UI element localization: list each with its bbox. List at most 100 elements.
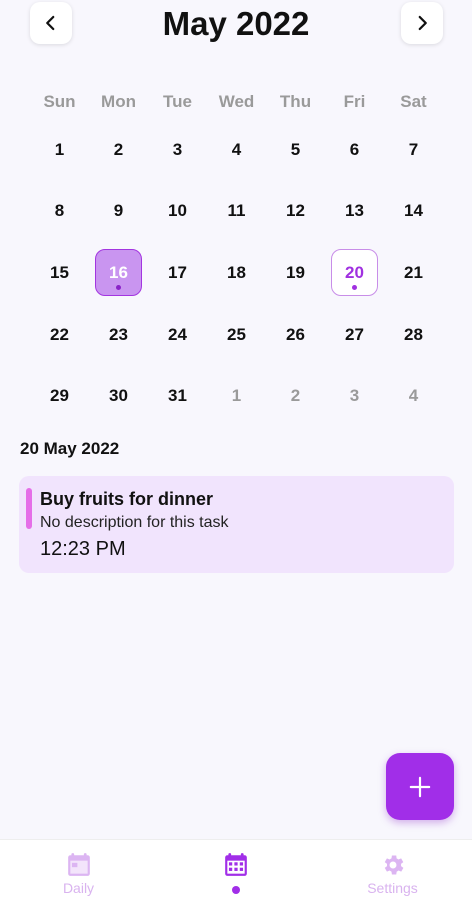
task-title: Buy fruits for dinner xyxy=(40,489,214,509)
calendar-day[interactable]: 1 xyxy=(207,365,266,427)
calendar-day[interactable]: 15 xyxy=(30,242,89,304)
calendar-day[interactable]: 20 xyxy=(325,242,384,304)
calendar-day[interactable]: 25 xyxy=(207,304,266,366)
calendar-day[interactable]: 4 xyxy=(384,365,443,427)
day-cell[interactable]: 3 xyxy=(331,373,378,420)
calendar-day[interactable]: 26 xyxy=(266,304,325,366)
calendar-day[interactable]: 2 xyxy=(266,365,325,427)
calendar-day[interactable]: 28 xyxy=(384,304,443,366)
day-cell[interactable]: 17 xyxy=(154,249,201,296)
calendar-day[interactable]: 7 xyxy=(384,119,443,181)
task-description: No description for this task xyxy=(40,514,229,531)
day-number: 14 xyxy=(404,201,423,221)
day-cell[interactable]: 25 xyxy=(213,311,260,358)
weekday-label: Sun xyxy=(43,92,76,111)
day-cell[interactable]: 14 xyxy=(390,188,437,235)
day-cell[interactable]: 6 xyxy=(331,126,378,173)
day-number: 1 xyxy=(54,139,65,159)
calendar-day[interactable]: 9 xyxy=(89,181,148,243)
active-indicator-dot xyxy=(231,886,240,894)
calendar-day[interactable]: 29 xyxy=(30,365,89,427)
day-number: 2 xyxy=(290,386,301,406)
weekday-label: Thu xyxy=(279,92,312,111)
day-number: 17 xyxy=(168,262,187,282)
day-cell[interactable]: 21 xyxy=(390,249,437,296)
calendar-day[interactable]: 23 xyxy=(89,304,148,366)
nav-calendar[interactable] xyxy=(157,840,314,905)
day-cell[interactable]: 1 xyxy=(213,373,260,420)
calendar-day[interactable]: 16 xyxy=(89,242,148,304)
day-cell[interactable]: 1 xyxy=(36,126,83,173)
day-cell[interactable]: 18 xyxy=(213,249,260,296)
gear-icon xyxy=(384,855,403,875)
day-cell[interactable]: 12 xyxy=(272,188,319,235)
day-cell[interactable]: 4 xyxy=(213,126,260,173)
nav-settings[interactable]: Settings xyxy=(314,840,471,905)
day-number: 29 xyxy=(50,386,69,406)
day-cell[interactable]: 20 xyxy=(331,249,378,297)
calendar-day[interactable]: 31 xyxy=(148,365,207,427)
day-cell[interactable]: 3 xyxy=(154,126,201,173)
day-number: 19 xyxy=(286,262,305,282)
add-task-button[interactable] xyxy=(386,753,454,820)
day-cell[interactable]: 11 xyxy=(213,188,260,235)
task-card[interactable]: Buy fruits for dinner No description for… xyxy=(19,476,454,573)
day-number: 13 xyxy=(345,201,364,221)
next-month-button[interactable] xyxy=(401,2,443,44)
calendar-day[interactable]: 30 xyxy=(89,365,148,427)
calendar-day[interactable]: 18 xyxy=(207,242,266,304)
day-number: 15 xyxy=(50,262,69,282)
day-number: 20 xyxy=(345,262,364,282)
calendar-day[interactable]: 4 xyxy=(207,119,266,181)
nav-daily[interactable]: Daily xyxy=(0,840,157,905)
calendar-header: May 2022 xyxy=(0,0,472,52)
day-cell[interactable]: 2 xyxy=(272,373,319,420)
calendar-day[interactable]: 22 xyxy=(30,304,89,366)
day-cell[interactable]: 28 xyxy=(390,311,437,358)
day-cell[interactable]: 16 xyxy=(95,249,142,297)
day-cell[interactable]: 29 xyxy=(36,373,83,420)
nav-label-daily: Daily xyxy=(62,880,95,896)
day-cell[interactable]: 30 xyxy=(95,373,142,420)
calendar-day[interactable]: 2 xyxy=(89,119,148,181)
day-cell[interactable]: 26 xyxy=(272,311,319,358)
calendar-day[interactable]: 14 xyxy=(384,181,443,243)
day-cell[interactable]: 19 xyxy=(272,249,319,296)
day-cell[interactable]: 2 xyxy=(95,126,142,173)
day-cell[interactable]: 8 xyxy=(36,188,83,235)
calendar-day[interactable]: 6 xyxy=(325,119,384,181)
day-cell[interactable]: 23 xyxy=(95,311,142,358)
day-cell[interactable]: 9 xyxy=(95,188,142,235)
day-number: 12 xyxy=(286,201,305,221)
day-number: 25 xyxy=(227,324,246,344)
calendar-day[interactable]: 24 xyxy=(148,304,207,366)
calendar-day[interactable]: 13 xyxy=(325,181,384,243)
day-cell[interactable]: 31 xyxy=(154,373,201,420)
calendar-day[interactable]: 10 xyxy=(148,181,207,243)
day-cell[interactable]: 4 xyxy=(390,373,437,420)
day-grid: 1 2 3 4 5 6 7 8 9 10 11 12 13 14 15 16 17 18 19 20 21 22 23 24 2… xyxy=(30,119,443,427)
day-number: 6 xyxy=(349,139,360,159)
day-cell[interactable]: 15 xyxy=(36,249,83,296)
calendar-day[interactable]: 3 xyxy=(325,365,384,427)
calendar-day[interactable]: 17 xyxy=(148,242,207,304)
day-cell[interactable]: 5 xyxy=(272,126,319,173)
day-cell[interactable]: 7 xyxy=(390,126,437,173)
day-cell[interactable]: 24 xyxy=(154,311,201,358)
calendar-day[interactable]: 5 xyxy=(266,119,325,181)
day-cell[interactable]: 13 xyxy=(331,188,378,235)
weekday-row: Sun Mon Tue Wed Thu Fri Sat xyxy=(30,85,443,119)
day-number: 30 xyxy=(109,386,128,406)
calendar-day[interactable]: 12 xyxy=(266,181,325,243)
calendar-day[interactable]: 27 xyxy=(325,304,384,366)
calendar-day[interactable]: 8 xyxy=(30,181,89,243)
day-number: 31 xyxy=(168,386,187,406)
calendar-day[interactable]: 21 xyxy=(384,242,443,304)
day-cell[interactable]: 27 xyxy=(331,311,378,358)
day-cell[interactable]: 22 xyxy=(36,311,83,358)
calendar-day[interactable]: 19 xyxy=(266,242,325,304)
calendar-day[interactable]: 11 xyxy=(207,181,266,243)
day-cell[interactable]: 10 xyxy=(154,188,201,235)
calendar-day[interactable]: 1 xyxy=(30,119,89,181)
calendar-day[interactable]: 3 xyxy=(148,119,207,181)
